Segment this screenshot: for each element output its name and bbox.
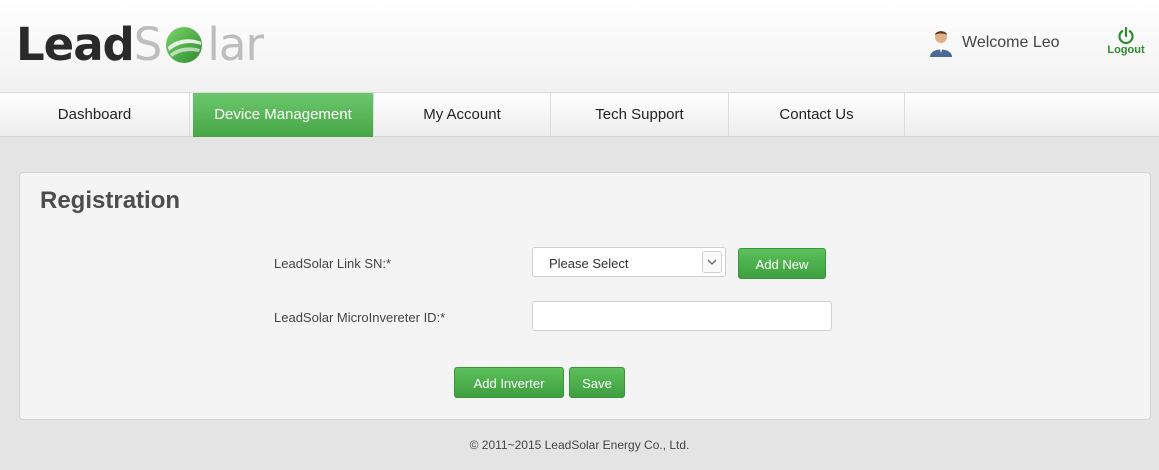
- power-icon: [1118, 26, 1134, 45]
- save-button[interactable]: Save: [569, 367, 625, 398]
- logo-text-s: S: [133, 17, 163, 71]
- link-sn-label: LeadSolar Link SN:*: [274, 256, 392, 271]
- logo-text-lar: lar: [207, 17, 264, 71]
- micro-inverter-id-input[interactable]: [532, 301, 832, 331]
- logout-label: Logout: [1107, 44, 1145, 56]
- logo-text-lead: Lead: [16, 17, 135, 71]
- user-avatar-icon: [930, 31, 952, 57]
- nav-tech-support[interactable]: Tech Support: [551, 93, 729, 137]
- welcome-text: Welcome Leo: [962, 34, 1060, 51]
- registration-panel: Registration LeadSolar Link SN:* Please …: [19, 172, 1151, 420]
- nav-my-account[interactable]: My Account: [374, 93, 551, 137]
- add-inverter-button[interactable]: Add Inverter: [454, 367, 564, 398]
- link-sn-select-value: Please Select: [549, 256, 629, 271]
- chevron-down-icon[interactable]: [702, 251, 722, 273]
- logout-button[interactable]: Logout: [1096, 26, 1156, 66]
- nav-dashboard[interactable]: Dashboard: [0, 93, 190, 137]
- panel-title: Registration: [40, 187, 181, 214]
- footer-copyright: © 2011~2015 LeadSolar Energy Co., Ltd.: [469, 438, 690, 452]
- leadsolar-logo[interactable]: Lead S lar: [16, 14, 264, 74]
- add-new-button[interactable]: Add New: [738, 248, 826, 279]
- link-sn-select[interactable]: Please Select: [532, 247, 726, 277]
- nav-contact-us[interactable]: Contact Us: [729, 93, 905, 137]
- top-header: Lead S lar Welcome Leo Logout: [0, 0, 1159, 92]
- micro-inverter-id-label: LeadSolar MicroInvereter ID:*: [274, 310, 446, 325]
- solar-sun-icon: [166, 27, 203, 63]
- nav-device-management[interactable]: Device Management: [193, 93, 374, 137]
- main-nav: Dashboard Device Management My Account T…: [0, 92, 1159, 137]
- welcome-area: Welcome Leo: [928, 28, 1060, 58]
